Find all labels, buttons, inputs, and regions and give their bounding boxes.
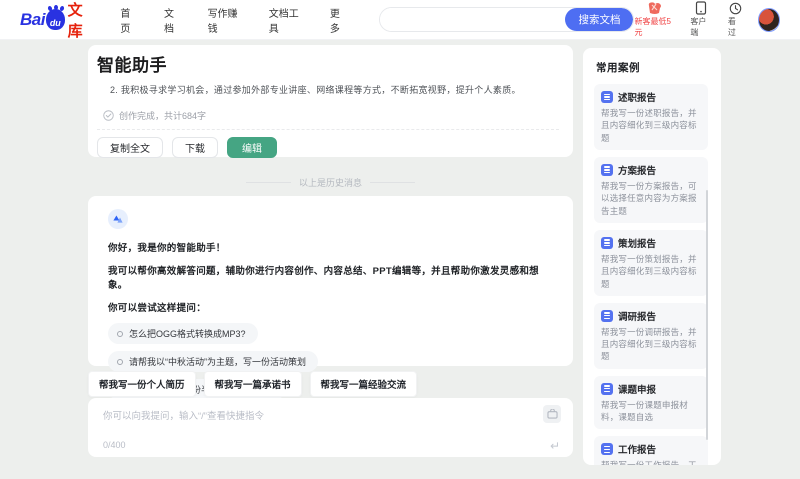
search-bar: 搜索文档: [379, 7, 635, 32]
sidebar-scrollbar-thumb[interactable]: [705, 190, 708, 440]
history-divider-label: 以上是历史消息: [298, 178, 362, 188]
nav-item-home[interactable]: 首页: [120, 5, 138, 35]
document-actions: 复制全文 下载 编辑: [97, 137, 561, 158]
generation-status: 创作完成，共计684字: [103, 109, 561, 122]
nav-item-more[interactable]: 更多: [330, 5, 348, 35]
suggestion-mid-autumn-plan[interactable]: 请帮我以“中秋活动”为主题，写一份活动策划: [108, 351, 318, 372]
edit-button[interactable]: 编辑: [227, 137, 277, 158]
clock-icon: [729, 2, 742, 15]
case-debriefing-report[interactable]: 述职报告 帮我写一份述职报告，并且内容细化到三级内容标题: [594, 84, 708, 150]
history-message-card: 智能助手 2. 我积极寻求学习机会，通过参加外部专业讲座、网络课程等方式，不断拓…: [88, 45, 573, 158]
baidu-paw-icon: du: [45, 5, 65, 30]
case-proposal-report[interactable]: 方案报告 帮我写一份方案报告，可以选择任意内容为方案报告主题: [594, 156, 708, 223]
chip-experience-exchange[interactable]: 帮我写一篇经验交流: [309, 371, 418, 397]
nav-item-doc-tools[interactable]: 文档工具: [269, 5, 304, 35]
document-icon: [601, 382, 613, 395]
dashed-separator: [97, 129, 559, 130]
header-right: 新客最低5元 客户端 看过: [634, 1, 781, 38]
case-planning-report[interactable]: 策划报告 帮我写一份策划报告，并且内容细化到三级内容标题: [594, 229, 708, 296]
document-icon: [601, 91, 613, 103]
case-research-report[interactable]: 调研报告 帮我写一份调研报告，并且内容细化到三级内容标题: [594, 302, 708, 369]
search-input[interactable]: [380, 8, 566, 31]
history-divider: 以上是历史消息: [88, 176, 573, 189]
logo-text-wenku: 文库: [67, 1, 83, 40]
assistant-message-card: 你好，我是你的智能助手！ 我可以帮你高效解答问题，辅助你进行内容创作、内容总结、…: [88, 196, 573, 400]
copy-all-button[interactable]: 复制全文: [97, 137, 163, 158]
quick-prompt-chips: 帮我写一份个人简历 帮我写一篇承诺书 帮我写一篇经验交流: [88, 371, 418, 397]
client-label: 客户端: [690, 17, 707, 37]
viewed-label: 看过: [727, 16, 736, 37]
main-nav: 首页 文档 写作赚钱 文档工具 更多: [120, 5, 347, 35]
nav-item-docs[interactable]: 文档: [164, 5, 182, 35]
client-item[interactable]: 客户端: [690, 1, 712, 38]
document-icon: [601, 309, 613, 322]
shortcut-command-icon[interactable]: [543, 405, 561, 423]
page-title: 智能助手: [97, 56, 167, 75]
composer-input[interactable]: [88, 398, 533, 436]
viewed-item[interactable]: 看过: [728, 2, 742, 38]
common-cases-panel: 常用案例 述职报告 帮我写一份述职报告，并且内容细化到三级内容标题 方案报告 帮…: [583, 48, 721, 465]
search-button[interactable]: 搜索文档: [565, 8, 634, 31]
promo-item[interactable]: 新客最低5元: [634, 1, 674, 38]
phone-icon: [695, 1, 707, 15]
chip-resume[interactable]: 帮我写一份个人简历: [88, 371, 196, 397]
assistant-intro: 我可以帮你高效解答问题，辅助你进行内容创作、内容总结、PPT编辑等，并且帮助你激…: [108, 266, 539, 291]
page: Bai du 文库 首页 文档 写作赚钱 文档工具 更多 搜索文档 新客最低5元: [0, 0, 800, 479]
status-text: 创作完成，共计684字: [119, 111, 207, 121]
assistant-greeting: 你好，我是你的智能助手！: [108, 243, 226, 254]
assistant-hint: 你可以尝试这样提问：: [108, 303, 207, 314]
suggestion-ogg-mp3[interactable]: 怎么把OGG格式转换成MP3?: [108, 323, 258, 344]
check-circle-icon: [103, 110, 114, 121]
document-snippet: 2. 我积极寻求学习机会，通过参加外部专业讲座、网络课程等方式，不断拓宽视野，提…: [110, 85, 521, 95]
document-icon: [601, 443, 613, 456]
download-button[interactable]: 下载: [172, 137, 218, 158]
document-icon: [601, 163, 613, 176]
bullet-circle-icon: [117, 358, 123, 365]
assistant-avatar-icon: [108, 209, 128, 229]
promo-label: 新客最低5元: [634, 17, 671, 37]
header: Bai du 文库 首页 文档 写作赚钱 文档工具 更多 搜索文档 新客最低5元: [0, 0, 800, 40]
send-enter-icon[interactable]: ↵: [550, 439, 560, 453]
promo-gift-icon: [646, 1, 663, 15]
chip-commitment-letter[interactable]: 帮我写一篇承诺书: [203, 371, 302, 397]
char-counter: 0/400: [103, 440, 126, 450]
message-composer: 0/400 ↵: [88, 398, 573, 457]
nav-item-write-earn[interactable]: 写作赚钱: [208, 5, 243, 35]
baidu-wenku-logo[interactable]: Bai du 文库: [20, 0, 94, 41]
sidebar-title: 常用案例: [596, 62, 640, 74]
bullet-circle-icon: [117, 330, 123, 337]
logo-text-bai: Bai: [20, 9, 45, 29]
user-avatar[interactable]: [758, 7, 781, 32]
logo-text-du: du: [49, 18, 61, 28]
document-icon: [601, 236, 613, 249]
case-project-application[interactable]: 课题申报 帮我写一份课题申报材料，课题自选: [594, 375, 708, 430]
case-work-report[interactable]: 工作报告 帮我写一份工作报告，工作类型随机: [594, 436, 708, 465]
